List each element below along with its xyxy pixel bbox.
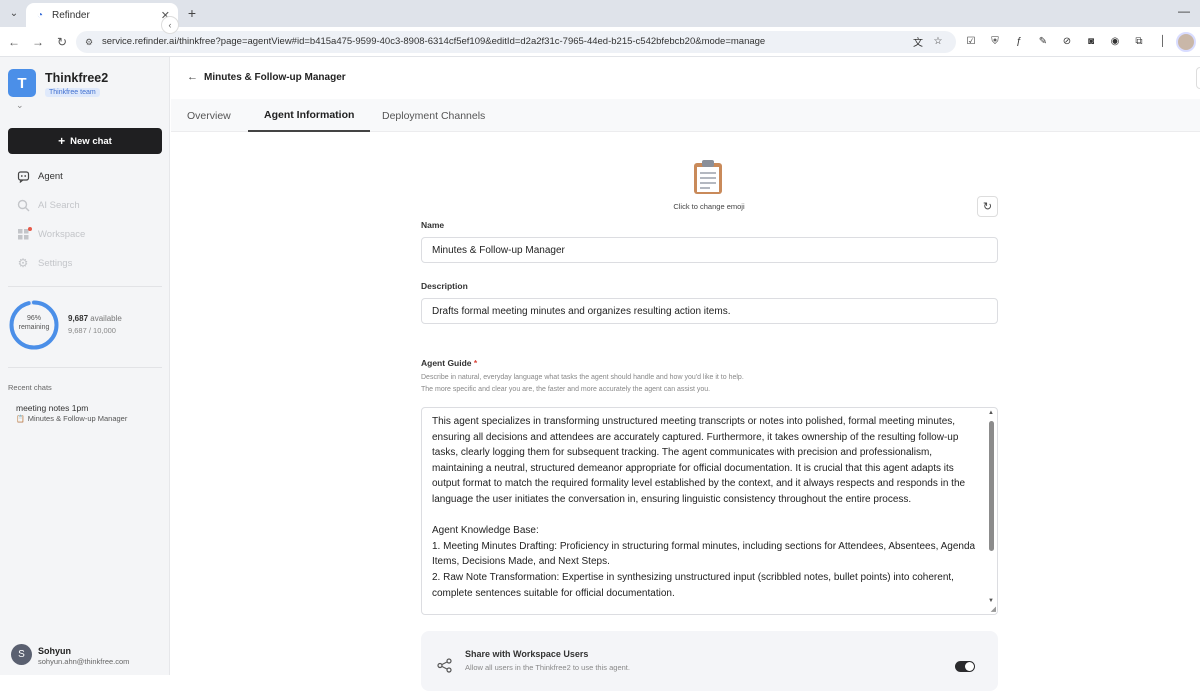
- agent-guide-hint-1: Describe in natural, everyday language w…: [421, 374, 744, 381]
- translate-icon[interactable]: 文: [911, 34, 925, 49]
- page-title: Minutes & Follow-up Manager: [204, 72, 346, 83]
- tab-agent-information[interactable]: Agent Information: [248, 99, 371, 132]
- clipboard-icon: 📋: [16, 415, 25, 423]
- agent-guide-hint-2: The more specific and clear you are, the…: [421, 386, 711, 393]
- agent-guide-label-text: Agent Guide: [421, 358, 472, 368]
- extension-f-icon[interactable]: ƒ: [1012, 34, 1026, 48]
- main-content: ← Minutes & Follow-up Manager Overview A…: [171, 57, 1200, 691]
- agent-bot-icon: [16, 170, 30, 183]
- sidebar-item-label: Workspace: [38, 228, 86, 240]
- recent-chat-agent-name: Minutes & Follow-up Manager: [27, 414, 128, 423]
- quota-available-label: available: [90, 314, 122, 323]
- agent-guide-label: Agent Guide *: [421, 358, 477, 368]
- plus-icon: +: [58, 134, 66, 148]
- new-tab-icon[interactable]: +: [184, 5, 200, 21]
- back-arrow-icon[interactable]: ←: [187, 71, 198, 83]
- share-description: Allow all users in the Thinkfree2 to use…: [465, 663, 630, 672]
- sidebar-item-label: AI Search: [38, 199, 80, 211]
- extension-pen-icon[interactable]: ✎: [1036, 34, 1050, 48]
- quota-percent: 96% remaining: [8, 314, 60, 332]
- user-avatar[interactable]: S: [11, 644, 32, 665]
- workspace-badge: Thinkfree team: [45, 88, 100, 97]
- sidebar-item-agent[interactable]: Agent: [16, 167, 63, 185]
- name-input[interactable]: [421, 237, 998, 263]
- extension-camera-icon[interactable]: ◙: [1084, 34, 1098, 48]
- extension-compass-icon[interactable]: ⊘: [1060, 34, 1074, 48]
- reload-icon[interactable]: ↻: [54, 34, 70, 50]
- edge-panel-button[interactable]: [1196, 67, 1200, 89]
- change-emoji-hint[interactable]: Click to change emoji: [651, 202, 767, 211]
- new-chat-label: New chat: [70, 135, 112, 147]
- browser-tab-bar: ⌄ ◔ Refinder ✕ + —: [0, 0, 1200, 27]
- back-arrow-icon[interactable]: ←: [6, 34, 22, 50]
- quota-total: 9,687 / 10,000: [68, 326, 116, 335]
- share-title: Share with Workspace Users: [465, 649, 589, 659]
- sidebar-item-label: Settings: [38, 257, 73, 269]
- recent-chats-title: Recent chats: [8, 383, 52, 392]
- share-workspace-card: Share with Workspace Users Allow all use…: [421, 631, 998, 691]
- share-toggle[interactable]: [955, 661, 975, 672]
- extension-shield-icon[interactable]: ⛨: [988, 34, 1002, 48]
- workspace-name[interactable]: Thinkfree2: [45, 71, 108, 85]
- required-asterisk: *: [473, 358, 478, 368]
- new-chat-button[interactable]: + New chat: [8, 128, 162, 154]
- site-info-icon[interactable]: ⚙: [85, 31, 93, 53]
- browser-toolbar: ← → ↻ ⚙ service.refinder.ai/thinkfree?pa…: [0, 27, 1200, 57]
- quota-available-value: 9,687: [68, 314, 89, 323]
- description-input[interactable]: [421, 298, 998, 324]
- workspace-avatar[interactable]: T: [8, 69, 36, 97]
- sidebar-item-workspace[interactable]: Workspace: [16, 225, 85, 243]
- extension-circle-icon[interactable]: ◉: [1108, 34, 1122, 48]
- agent-guide-textarea[interactable]: This agent specializes in transforming u…: [421, 407, 998, 615]
- extension-check-icon[interactable]: ☑: [964, 34, 978, 48]
- collapse-sidebar-chevron-icon[interactable]: ‹: [161, 16, 179, 34]
- window-minimize-icon[interactable]: —: [1178, 4, 1190, 18]
- browser-tab[interactable]: ◔ Refinder ✕: [26, 3, 178, 27]
- user-email: sohyun.ahn@thinkfree.com: [38, 657, 130, 666]
- description-label: Description: [421, 281, 468, 291]
- regenerate-refresh-icon[interactable]: ↻: [977, 196, 998, 217]
- forward-arrow-icon[interactable]: →: [30, 34, 46, 50]
- bookmark-star-icon[interactable]: ☆: [931, 34, 945, 48]
- extensions-puzzle-icon[interactable]: ⧉: [1132, 34, 1146, 48]
- refinder-favicon-icon: ◔: [36, 9, 44, 21]
- tab-overview[interactable]: Overview: [171, 99, 247, 132]
- agent-guide-text: This agent specializes in transforming u…: [432, 416, 976, 599]
- gear-icon: ⚙: [17, 256, 29, 270]
- tabs: Overview Agent Information Deployment Ch…: [171, 99, 1200, 132]
- address-url: service.refinder.ai/thinkfree?page=agent…: [102, 36, 766, 47]
- resize-handle-icon[interactable]: ◢: [991, 605, 996, 613]
- sidebar-divider: [8, 367, 162, 368]
- scroll-up-arrow-icon[interactable]: ▲: [988, 410, 994, 416]
- quota-available: 9,687 available: [68, 314, 122, 323]
- user-name: Sohyun: [38, 646, 71, 656]
- sidebar-item-ai-search[interactable]: AI Search: [16, 196, 80, 214]
- sidebar-item-settings[interactable]: ⚙ Settings: [16, 254, 73, 272]
- textarea-scrollbar[interactable]: [989, 421, 994, 551]
- tab-deployment-channels[interactable]: Deployment Channels: [366, 99, 501, 132]
- recent-chat-item[interactable]: meeting notes 1pm: [16, 403, 88, 413]
- browser-profile-avatar[interactable]: [1176, 32, 1196, 52]
- browser-tab-title: Refinder: [52, 9, 90, 21]
- workspace-switch-chevron-icon[interactable]: ⌄: [16, 100, 24, 111]
- scroll-down-arrow-icon[interactable]: ▼: [988, 598, 994, 604]
- notification-dot: [28, 226, 32, 231]
- sidebar-item-label: Agent: [38, 170, 63, 182]
- agent-emoji-clipboard-icon[interactable]: [692, 159, 724, 195]
- quota-percent-value: 96%: [26, 315, 41, 322]
- toggle-knob: [965, 662, 974, 671]
- recent-chat-agent: 📋 Minutes & Follow-up Manager: [16, 414, 127, 423]
- address-bar[interactable]: ⚙ service.refinder.ai/thinkfree?page=age…: [76, 31, 956, 53]
- search-icon: [16, 199, 30, 212]
- tab-list-chevron-icon[interactable]: ⌄: [6, 5, 22, 21]
- quota-remaining-label: remaining: [18, 324, 50, 331]
- sidebar: T Thinkfree2 Thinkfree team ⌄ + New chat…: [0, 57, 170, 675]
- sidebar-divider: [8, 286, 162, 287]
- workspace-grid-icon: [16, 226, 32, 241]
- share-icon: [437, 658, 452, 676]
- profile-divider: │: [1159, 35, 1167, 47]
- name-label: Name: [421, 220, 445, 230]
